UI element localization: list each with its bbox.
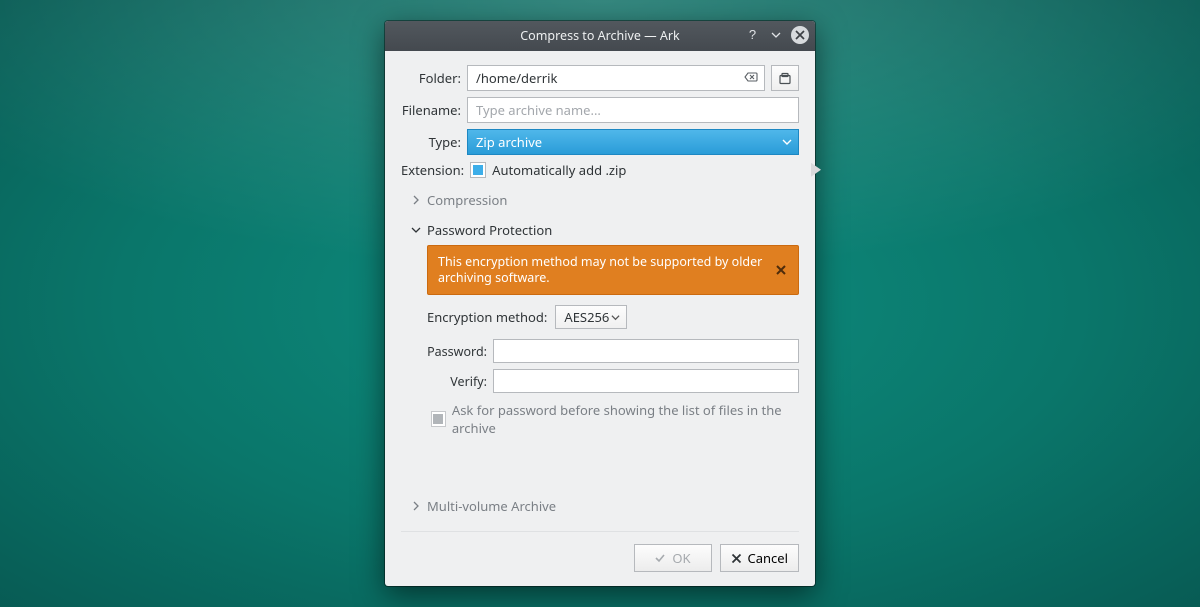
- section-multi-volume-label: Multi-volume Archive: [427, 497, 556, 515]
- clear-folder-icon[interactable]: [743, 69, 759, 85]
- section-password-protection[interactable]: Password Protection: [411, 221, 799, 239]
- folder-input[interactable]: [467, 65, 765, 91]
- encryption-method-select[interactable]: AES256: [555, 305, 627, 329]
- window-title: Compress to Archive — Ark: [520, 27, 679, 44]
- chevron-right-icon: [411, 501, 421, 511]
- check-icon: [654, 552, 666, 564]
- close-icon: [775, 264, 787, 276]
- filename-input[interactable]: [467, 97, 799, 123]
- close-button[interactable]: [791, 26, 809, 44]
- chevron-down-icon: [782, 137, 792, 147]
- password-protection-body: This encryption method may not be suppor…: [427, 245, 799, 438]
- cancel-icon: [731, 553, 742, 564]
- ask-password-label: Ask for password before showing the list…: [452, 401, 799, 437]
- help-button[interactable]: ?: [743, 26, 761, 44]
- extension-checkbox-label: Automatically add .zip: [492, 161, 626, 179]
- dialog-window: Compress to Archive — Ark ? Folder:: [385, 21, 815, 587]
- encryption-method-label: Encryption method:: [427, 308, 547, 326]
- ok-button[interactable]: OK: [634, 544, 712, 572]
- folder-label: Folder:: [401, 69, 461, 87]
- encryption-warning-text: This encryption method may not be suppor…: [438, 253, 762, 286]
- chevron-down-icon: [611, 313, 620, 322]
- chevron-down-icon: [411, 225, 421, 235]
- section-compression-label: Compression: [427, 191, 507, 209]
- verify-input[interactable]: [493, 369, 799, 393]
- edge-handle[interactable]: [811, 163, 821, 177]
- titlebar-controls: ?: [743, 26, 809, 44]
- ok-button-label: OK: [672, 549, 690, 567]
- type-label: Type:: [401, 133, 461, 151]
- encryption-warning: This encryption method may not be suppor…: [427, 245, 799, 296]
- dialog-footer: OK Cancel: [401, 531, 799, 572]
- extension-checkbox[interactable]: [470, 162, 486, 178]
- password-input[interactable]: [493, 339, 799, 363]
- section-compression[interactable]: Compression: [411, 191, 799, 209]
- section-multi-volume[interactable]: Multi-volume Archive: [411, 497, 799, 515]
- section-password-protection-label: Password Protection: [427, 221, 552, 239]
- extension-label: Extension:: [401, 161, 464, 179]
- warning-close-button[interactable]: [770, 259, 792, 281]
- ask-password-checkbox[interactable]: [431, 411, 446, 427]
- minimize-button[interactable]: [767, 26, 785, 44]
- type-select[interactable]: Zip archive: [467, 129, 799, 155]
- dialog-body: Folder: Filename: Type: Zip archive: [385, 51, 815, 587]
- titlebar: Compress to Archive — Ark ?: [385, 21, 815, 51]
- chevron-right-icon: [411, 195, 421, 205]
- type-select-value: Zip archive: [476, 133, 542, 151]
- encryption-method-value: AES256: [564, 308, 609, 326]
- filename-label: Filename:: [401, 101, 461, 119]
- password-label: Password:: [427, 343, 487, 360]
- verify-label: Verify:: [427, 373, 487, 390]
- browse-folder-button[interactable]: [771, 65, 799, 91]
- folder-open-icon: [777, 70, 793, 86]
- svg-text:?: ?: [748, 28, 755, 41]
- cancel-button-label: Cancel: [748, 549, 788, 567]
- cancel-button[interactable]: Cancel: [720, 544, 799, 572]
